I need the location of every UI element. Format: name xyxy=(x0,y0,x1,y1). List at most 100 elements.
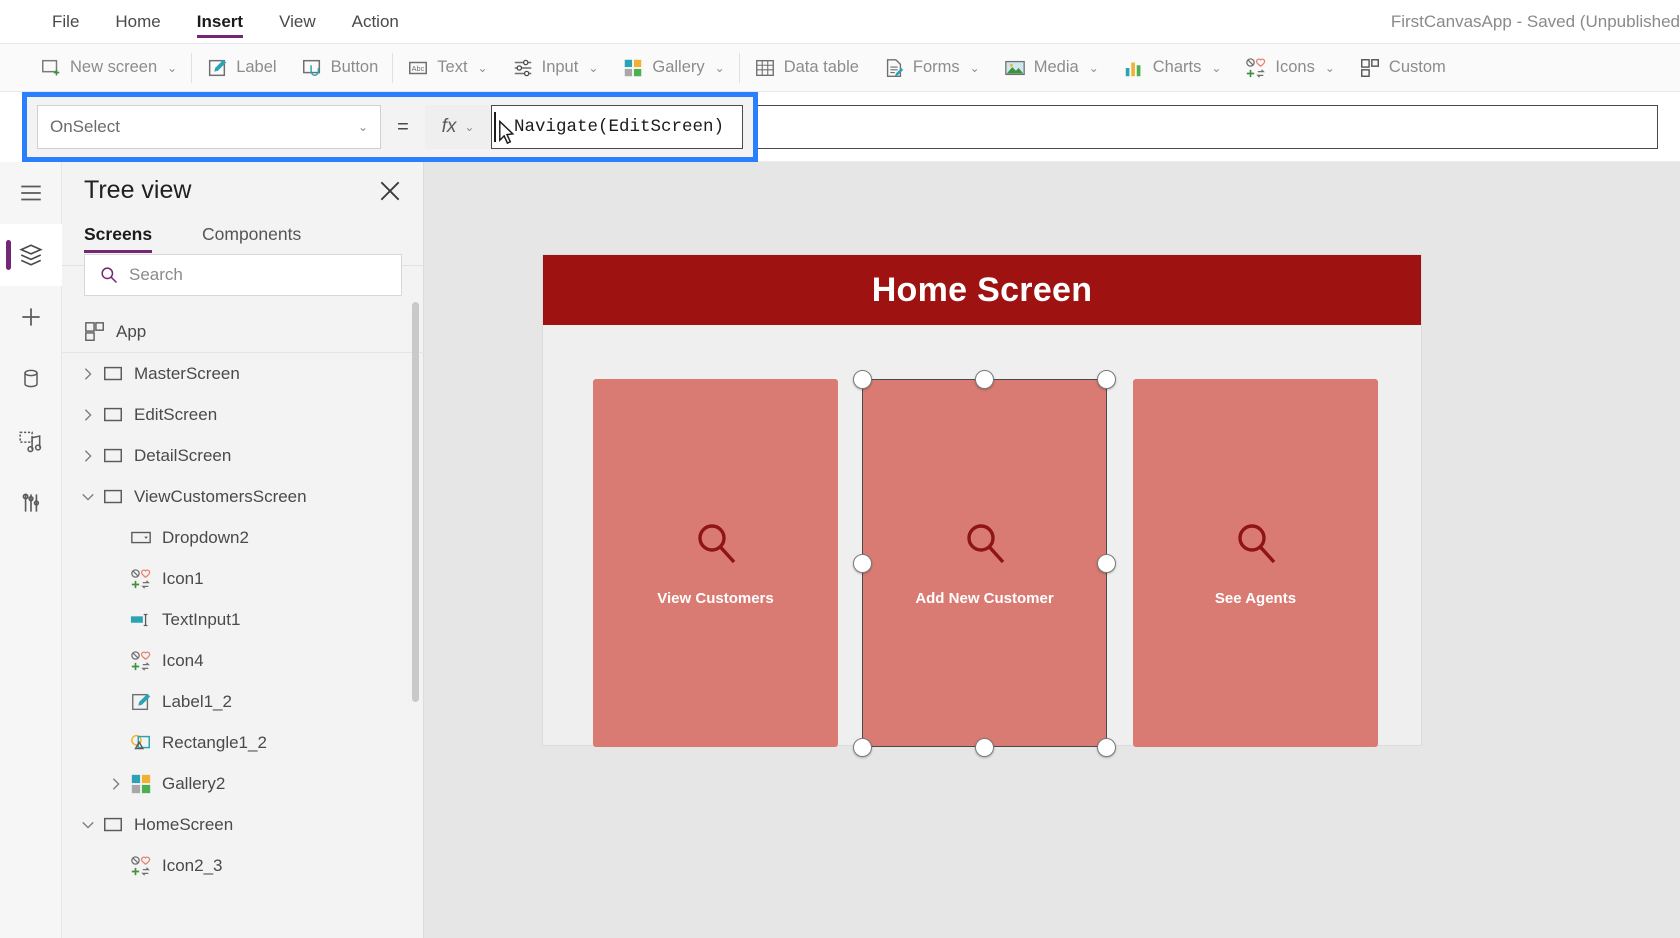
search-input[interactable]: Search xyxy=(84,254,402,296)
ribbon-input[interactable]: Input ⌄ xyxy=(500,48,611,88)
data-icon xyxy=(24,369,38,388)
card-label: See Agents xyxy=(1214,589,1297,607)
ribbon-charts[interactable]: Charts ⌄ xyxy=(1111,48,1234,88)
main-menu: File Home Insert View Action xyxy=(34,0,417,44)
rail-media-library[interactable] xyxy=(0,410,62,472)
twisty-collapsed-icon[interactable] xyxy=(102,777,130,791)
tree-item-icon2-3[interactable]: Icon2_3 xyxy=(62,845,424,886)
rail-tree-view[interactable] xyxy=(0,224,62,286)
rail-data[interactable] xyxy=(0,348,62,410)
tree-item-masterscreen[interactable]: MasterScreen xyxy=(62,353,424,394)
tree-scrollbar-thumb[interactable] xyxy=(412,302,419,702)
twisty-collapsed-icon[interactable] xyxy=(74,367,102,381)
svg-text:Abc: Abc xyxy=(412,63,425,72)
formula-input-continuation[interactable] xyxy=(758,105,1658,149)
tree-item-viewcustomersscreen[interactable]: ViewCustomersScreen xyxy=(62,476,424,517)
tree-item-detailscreen[interactable]: DetailScreen xyxy=(62,435,424,476)
ribbon-data-table[interactable]: Data table xyxy=(742,48,871,88)
ribbon-icons[interactable]: Icons ⌄ xyxy=(1233,48,1347,88)
chevron-down-icon: ⌄ xyxy=(714,60,725,75)
rail-advanced-tools[interactable] xyxy=(0,472,62,534)
resize-handle-middle-left[interactable] xyxy=(853,554,872,573)
tree-item-gallery2[interactable]: Gallery2 xyxy=(62,763,424,804)
ribbon-label-text: Data table xyxy=(783,58,859,76)
resize-handle-top-left[interactable] xyxy=(853,370,872,389)
menu-item-view[interactable]: View xyxy=(261,0,334,44)
search-icon xyxy=(1237,523,1275,563)
ribbon-forms[interactable]: Forms ⌄ xyxy=(871,48,992,88)
advanced-tools-icon xyxy=(22,493,40,512)
formula-input[interactable]: Navigate(EditScreen) xyxy=(491,105,743,149)
tab-label: Screens xyxy=(84,224,153,244)
ribbon-label-text: Media xyxy=(1033,58,1079,76)
tab-label: Components xyxy=(202,224,302,244)
insert-icon xyxy=(22,308,40,326)
resize-handle-top-right[interactable] xyxy=(1097,370,1116,389)
tree-item-icon4[interactable]: Icon4 xyxy=(62,640,424,681)
ribbon-gallery[interactable]: Gallery ⌄ xyxy=(610,48,736,88)
tree-item-icon1[interactable]: Icon1 xyxy=(62,558,424,599)
tree-item-editscreen[interactable]: EditScreen xyxy=(62,394,424,435)
rail-insert[interactable] xyxy=(0,286,62,348)
tree-item-label: Dropdown2 xyxy=(162,527,249,547)
left-rail xyxy=(0,162,62,938)
resize-handle-bottom-center[interactable] xyxy=(975,738,994,757)
search-icon xyxy=(966,523,1004,563)
tab-components[interactable]: Components xyxy=(202,224,301,253)
twisty-expanded-icon[interactable] xyxy=(74,490,102,504)
resize-handle-top-center[interactable] xyxy=(975,370,994,389)
ribbon-label-text: Label xyxy=(236,58,277,76)
tree-item-homescreen[interactable]: HomeScreen xyxy=(62,804,424,845)
menu-item-insert[interactable]: Insert xyxy=(179,0,261,44)
menu-item-home[interactable]: Home xyxy=(97,0,178,44)
app-screen-preview[interactable]: Home Screen View Customers Add New Custo… xyxy=(543,255,1421,757)
dropdown-icon xyxy=(131,531,151,543)
data-table-icon xyxy=(755,59,774,76)
property-select[interactable]: OnSelect ⌄ xyxy=(37,105,381,149)
tree-item-label: Icon4 xyxy=(162,650,204,670)
twisty-expanded-icon[interactable] xyxy=(74,818,102,832)
screen-header-title: Home Screen xyxy=(871,270,1093,309)
card-label: Add New Customer xyxy=(915,589,1054,607)
ribbon-new-screen[interactable]: New screen ⌄ xyxy=(28,48,189,88)
menu-item-action[interactable]: Action xyxy=(334,0,417,44)
fx-button[interactable]: fx ⌄ xyxy=(425,105,491,149)
shape-icon xyxy=(131,734,150,749)
twisty-collapsed-icon[interactable] xyxy=(74,449,102,463)
rail-hamburger-menu[interactable] xyxy=(0,162,62,224)
tree-item-rectangle1-2[interactable]: Rectangle1_2 xyxy=(62,722,424,763)
menu-item-file[interactable]: File xyxy=(34,0,97,44)
tree-item-label: Gallery2 xyxy=(162,773,226,793)
tab-screens[interactable]: Screens xyxy=(84,224,153,253)
ribbon-button[interactable]: Button xyxy=(289,48,391,88)
ribbon-label[interactable]: Label xyxy=(194,48,288,88)
card-add-new-customer[interactable]: Add New Customer xyxy=(862,379,1107,747)
tree-item-dropdown2[interactable]: Dropdown2 xyxy=(62,517,424,558)
tree-item-textinput1[interactable]: TextInput1 xyxy=(62,599,424,640)
resize-handle-middle-right[interactable] xyxy=(1097,554,1116,573)
ribbon-separator xyxy=(392,52,394,83)
card-see-agents[interactable]: See Agents xyxy=(1133,379,1378,747)
close-panel-button[interactable] xyxy=(377,178,403,204)
tree-item-app[interactable]: App xyxy=(62,312,424,353)
screen-icon xyxy=(104,366,122,380)
tree-item-list: App MasterScreen EditScreen DetailScreen xyxy=(62,312,424,938)
screen-header[interactable]: Home Screen xyxy=(543,255,1421,325)
resize-handle-bottom-right[interactable] xyxy=(1097,738,1116,757)
ribbon-text[interactable]: Abc Text ⌄ xyxy=(395,48,499,88)
chevron-down-icon: ⌄ xyxy=(167,60,178,75)
ribbon-media[interactable]: Media ⌄ xyxy=(992,48,1111,88)
tree-item-label: TextInput1 xyxy=(162,609,241,629)
label-icon xyxy=(209,59,227,76)
tree-item-label1-2[interactable]: Label1_2 xyxy=(62,681,424,722)
tree-view-icon xyxy=(19,244,43,266)
resize-handle-bottom-left[interactable] xyxy=(853,738,872,757)
mouse-pointer-icon xyxy=(499,120,515,145)
card-view-customers[interactable]: View Customers xyxy=(593,379,838,747)
search-icon xyxy=(101,267,118,284)
canvas-area[interactable]: Home Screen View Customers Add New Custo… xyxy=(424,162,1680,938)
chevron-down-icon: ⌄ xyxy=(1088,60,1099,75)
forms-icon xyxy=(886,58,904,77)
ribbon-custom[interactable]: Custom xyxy=(1347,48,1458,88)
twisty-collapsed-icon[interactable] xyxy=(74,408,102,422)
